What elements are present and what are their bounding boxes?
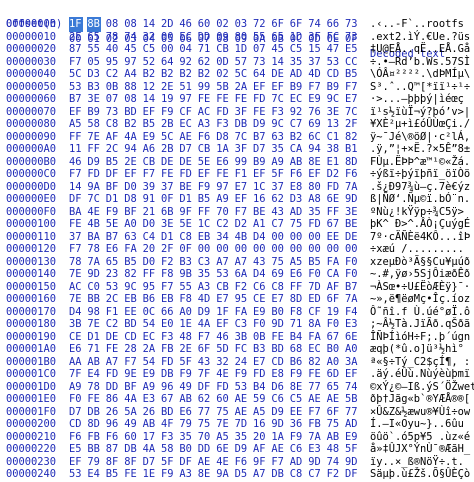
byte-cell[interactable]: 9A xyxy=(216,467,233,482)
byte-cell[interactable]: A3 xyxy=(179,467,196,482)
byte-cell[interactable]: B5 xyxy=(106,467,123,482)
byte-cell[interactable]: A7 xyxy=(253,467,270,482)
byte-cell[interactable]: 8E xyxy=(198,467,215,482)
row-offset: 00000240 xyxy=(6,468,57,480)
column-header-row: Offset(h) 00 01 02 03 04 05 06 07 08 09 0A 0B 0C 0D 0E… xyxy=(0,2,474,60)
byte-cell[interactable]: DB xyxy=(271,467,288,482)
hex-editor-view[interactable]: Offset(h) 00 01 02 03 04 05 06 07 08 09 0A 0B 0C 0D 0E… xyxy=(0,0,474,480)
byte-cell[interactable]: C7 xyxy=(308,467,325,482)
hex-row[interactable]: 00000240 53 E4 B5 FE 1E F9 A3 8E 9A D5 A7 DB C8 C7 F2 DF… xyxy=(0,467,474,482)
decoded-text-cell[interactable]: Säµþ.ù£Žš.Õ§ÛÈÇò xyxy=(370,467,474,482)
byte-cell[interactable]: D5 xyxy=(235,467,252,482)
byte-cell[interactable]: C8 xyxy=(290,467,307,482)
byte-cell[interactable]: 1E xyxy=(143,467,160,482)
byte-cell[interactable]: 53 xyxy=(69,467,86,482)
byte-cell[interactable]: F2 xyxy=(327,467,344,482)
byte-cell[interactable]: DF xyxy=(345,467,362,482)
byte-cell[interactable]: FE xyxy=(124,467,141,482)
byte-cell[interactable]: F9 xyxy=(161,467,178,482)
byte-cell[interactable]: E4 xyxy=(87,467,104,482)
